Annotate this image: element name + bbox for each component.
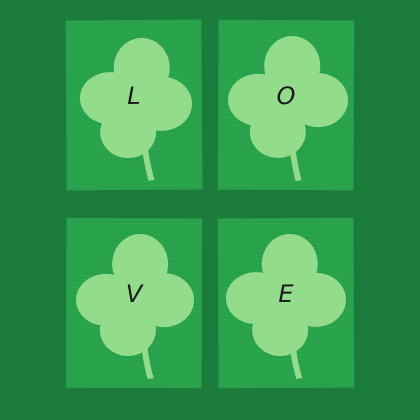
card-letter-l: L [65,19,203,191]
card-letter: V [125,279,143,309]
card-letter: E [278,279,294,309]
card-letter-e: E [217,217,355,389]
card-letter: L [127,81,141,111]
card-letter: O [276,81,296,111]
card-letter-v: V [65,217,203,389]
love-shamrock-grid: L O V E [0,0,420,420]
card-letter-o: O [217,19,355,191]
